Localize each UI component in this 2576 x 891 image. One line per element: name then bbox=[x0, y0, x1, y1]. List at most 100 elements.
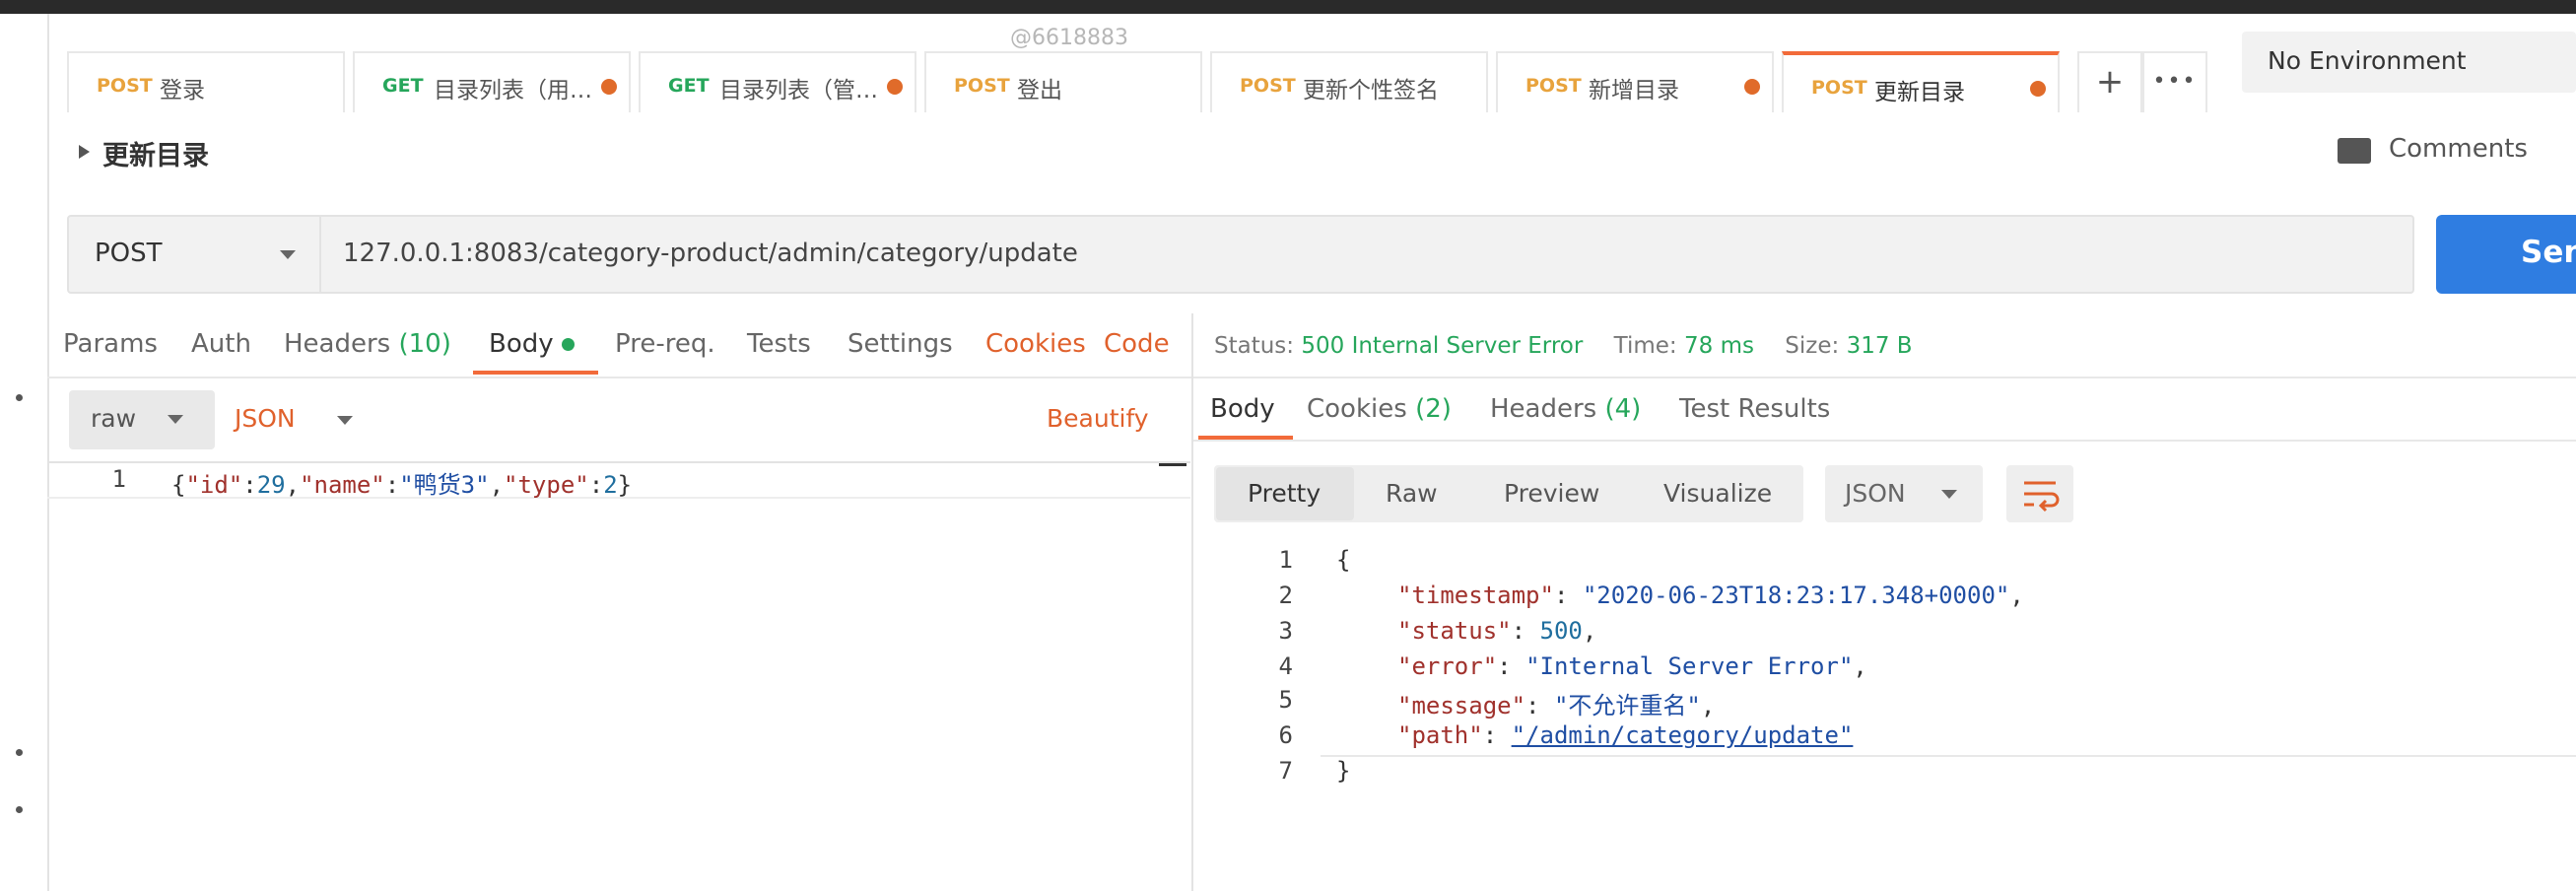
line-number: 6 bbox=[1278, 721, 1293, 749]
active-tab-underline bbox=[473, 371, 598, 375]
sidebar-dot bbox=[16, 749, 23, 756]
unsaved-dot bbox=[601, 79, 617, 95]
chevron-down-icon bbox=[280, 250, 296, 259]
chevron-down-icon bbox=[1941, 490, 1957, 499]
response-tabs-divider bbox=[1193, 440, 2576, 442]
response-tab-body[interactable]: Body bbox=[1210, 394, 1275, 424]
method-label: GET bbox=[668, 75, 710, 97]
tab-params[interactable]: Params bbox=[63, 329, 158, 359]
headers-count: (10) bbox=[398, 329, 451, 359]
tab-auth[interactable]: Auth bbox=[191, 329, 251, 359]
method-label: GET bbox=[382, 75, 424, 97]
sidebar-dot bbox=[16, 394, 23, 401]
wrap-lines-button[interactable] bbox=[2006, 465, 2073, 522]
environment-value: No Environment bbox=[2268, 46, 2467, 75]
method-select[interactable]: POST bbox=[67, 215, 321, 294]
response-line: "error": "Internal Server Error", bbox=[1397, 652, 1867, 680]
url-input[interactable]: 127.0.0.1:8083/category-product/admin/ca… bbox=[321, 215, 2414, 294]
tab-category-list-admin[interactable]: GET 目录列表（管… bbox=[639, 51, 916, 112]
view-raw[interactable]: Raw bbox=[1386, 479, 1438, 508]
view-preview[interactable]: Preview bbox=[1504, 479, 1599, 508]
tab-body-label: Body bbox=[489, 329, 554, 359]
method-label: POST bbox=[1811, 77, 1867, 99]
request-title: 更新目录 bbox=[102, 141, 209, 171]
collapse-triangle-icon[interactable] bbox=[79, 145, 90, 159]
response-tab-test-results[interactable]: Test Results bbox=[1679, 394, 1830, 424]
tab-headers[interactable]: Headers (10) bbox=[284, 329, 451, 359]
editor-top-border bbox=[47, 461, 1190, 463]
method-value: POST bbox=[95, 239, 163, 268]
response-line: "path": "/admin/category/update" bbox=[1397, 721, 1854, 749]
window-top-edge bbox=[0, 0, 2576, 14]
response-format-value: JSON bbox=[1845, 479, 1906, 508]
status-value: 500 Internal Server Error bbox=[1301, 333, 1584, 359]
pane-divider[interactable] bbox=[1191, 313, 1193, 891]
line-number: 5 bbox=[1278, 686, 1293, 714]
method-label: POST bbox=[1525, 75, 1582, 97]
sidebar-dot bbox=[16, 806, 23, 813]
view-visualize[interactable]: Visualize bbox=[1663, 479, 1772, 508]
size-value: 317 B bbox=[1846, 333, 1913, 359]
tab-title: 登出 bbox=[1017, 78, 1062, 103]
tab-title: 更新目录 bbox=[1874, 80, 1965, 105]
tab-logout[interactable]: POST 登出 bbox=[924, 51, 1202, 112]
line-number: 3 bbox=[1278, 617, 1293, 645]
response-active-line bbox=[1321, 755, 2576, 757]
tab-category-list-user[interactable]: GET 目录列表（用… bbox=[353, 51, 631, 112]
tab-headers-label: Headers bbox=[284, 329, 391, 359]
body-language-value: JSON bbox=[235, 404, 296, 433]
body-indicator-dot bbox=[561, 338, 575, 351]
request-body-code[interactable]: {"id":29,"name":"鸭货3","type":2} bbox=[171, 465, 632, 500]
time-value: 78 ms bbox=[1684, 333, 1754, 359]
response-line: "timestamp": "2020-06-23T18:23:17.348+00… bbox=[1397, 582, 2024, 609]
tab-title: 目录列表（用… bbox=[434, 78, 592, 103]
send-button[interactable]: Send bbox=[2436, 215, 2576, 294]
tab-update-category[interactable]: POST 更新目录 bbox=[1782, 51, 2060, 112]
chevron-down-icon bbox=[168, 415, 183, 424]
response-line: "message": "不允许重名", bbox=[1397, 692, 1716, 720]
wrap-lines-icon bbox=[2024, 481, 2060, 513]
tab-update-signature[interactable]: POST 更新个性签名 bbox=[1210, 51, 1488, 112]
response-line: "status": 500, bbox=[1397, 617, 1597, 645]
tab-body[interactable]: Body bbox=[489, 329, 575, 359]
line-number: 1 bbox=[1278, 546, 1293, 574]
environment-select[interactable]: No Environment bbox=[2242, 32, 2576, 93]
cookies-link[interactable]: Cookies bbox=[985, 329, 1086, 359]
url-value: 127.0.0.1:8083/category-product/admin/ca… bbox=[343, 239, 1078, 268]
unsaved-dot bbox=[1744, 79, 1760, 95]
body-language-select[interactable]: JSON bbox=[235, 404, 353, 433]
path-link: "/admin/category/update" bbox=[1511, 721, 1854, 749]
chevron-down-icon bbox=[336, 415, 353, 425]
tab-settings[interactable]: Settings bbox=[847, 329, 953, 359]
line-number: 1 bbox=[111, 465, 126, 493]
response-status-bar: Status: 500 Internal Server Error Time: … bbox=[1214, 333, 1913, 359]
line-number: 2 bbox=[1278, 582, 1293, 609]
code-link[interactable]: Code bbox=[1104, 329, 1170, 359]
comments-label[interactable]: Comments bbox=[2389, 134, 2528, 164]
response-tab-headers[interactable]: Headers (4) bbox=[1490, 394, 1641, 424]
tab-title: 目录列表（管… bbox=[719, 78, 878, 103]
body-mode-select[interactable]: raw bbox=[69, 390, 215, 449]
send-label: Send bbox=[2521, 235, 2576, 270]
beautify-button[interactable]: Beautify bbox=[1047, 404, 1149, 433]
tab-tests[interactable]: Tests bbox=[747, 329, 811, 359]
new-tab-button[interactable]: + bbox=[2077, 51, 2142, 112]
unsaved-dot bbox=[887, 79, 903, 95]
body-mode-value: raw bbox=[91, 404, 137, 433]
response-line: } bbox=[1336, 757, 1351, 785]
tab-login[interactable]: POST 登录 bbox=[67, 51, 345, 112]
view-pretty[interactable]: Pretty bbox=[1248, 479, 1321, 508]
more-tabs-button[interactable]: ••• bbox=[2142, 51, 2207, 112]
comments-icon[interactable] bbox=[2338, 138, 2371, 164]
left-sidebar-edge bbox=[0, 14, 49, 891]
tab-title: 更新个性签名 bbox=[1303, 78, 1439, 103]
tab-add-category[interactable]: POST 新增目录 bbox=[1496, 51, 1774, 112]
tab-prereq[interactable]: Pre-req. bbox=[615, 329, 715, 359]
response-tab-cookies[interactable]: Cookies (2) bbox=[1307, 394, 1452, 424]
tab-title: 新增目录 bbox=[1589, 78, 1679, 103]
method-label: POST bbox=[1240, 75, 1296, 97]
response-format-select[interactable]: JSON bbox=[1825, 465, 1983, 522]
tabs-divider bbox=[47, 377, 2576, 378]
line-number: 7 bbox=[1278, 757, 1293, 785]
tab-title: 登录 bbox=[160, 78, 205, 103]
